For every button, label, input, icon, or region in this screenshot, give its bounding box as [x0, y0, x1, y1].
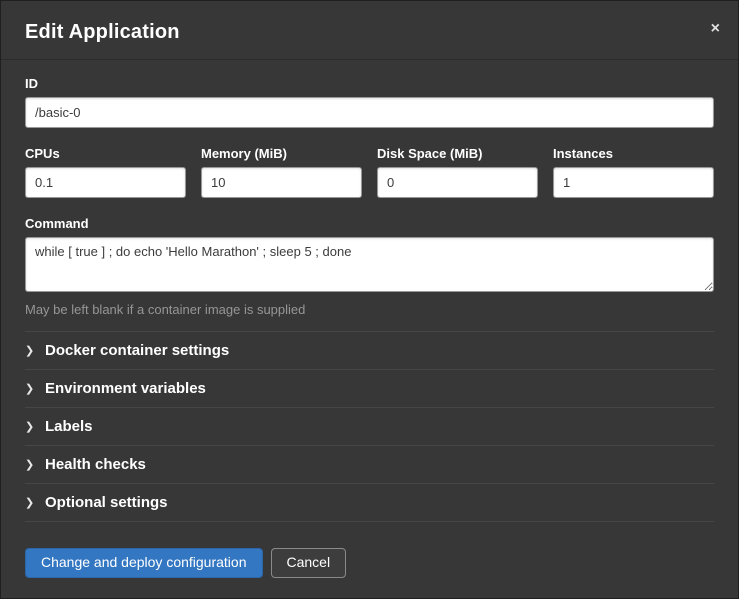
resources-row: CPUs Memory (MiB) Disk Space (MiB) Insta… [25, 146, 714, 198]
id-label: ID [25, 76, 714, 91]
command-help-text: May be left blank if a container image i… [25, 302, 714, 317]
cpus-input[interactable] [25, 167, 186, 198]
section-optional-settings[interactable]: ❯ Optional settings [25, 483, 714, 522]
modal-body: ID CPUs Memory (MiB) Disk Space (MiB) In… [1, 60, 738, 530]
section-label-environment-variables: Environment variables [45, 380, 206, 397]
section-docker-container-settings[interactable]: ❯ Docker container settings [25, 331, 714, 369]
section-label-docker-container-settings: Docker container settings [45, 342, 229, 359]
id-field-group: ID [25, 76, 714, 128]
memory-input[interactable] [201, 167, 362, 198]
command-field-group: Command while [ true ] ; do echo 'Hello … [25, 216, 714, 317]
section-label-labels: Labels [45, 418, 93, 435]
command-textarea[interactable]: while [ true ] ; do echo 'Hello Marathon… [25, 237, 714, 292]
disk-label: Disk Space (MiB) [377, 146, 538, 161]
disk-input[interactable] [377, 167, 538, 198]
cancel-button[interactable]: Cancel [271, 548, 347, 578]
memory-label: Memory (MiB) [201, 146, 362, 161]
command-label: Command [25, 216, 714, 231]
chevron-right-icon: ❯ [25, 344, 35, 357]
section-label-optional-settings: Optional settings [45, 494, 168, 511]
chevron-right-icon: ❯ [25, 420, 35, 433]
chevron-right-icon: ❯ [25, 458, 35, 471]
chevron-right-icon: ❯ [25, 382, 35, 395]
instances-input[interactable] [553, 167, 714, 198]
instances-field-group: Instances [553, 146, 714, 198]
cpus-field-group: CPUs [25, 146, 186, 198]
modal-title: Edit Application [25, 21, 714, 44]
disk-field-group: Disk Space (MiB) [377, 146, 538, 198]
close-icon[interactable]: × [707, 17, 724, 41]
modal-header: Edit Application × [1, 1, 738, 60]
id-input[interactable] [25, 97, 714, 128]
instances-label: Instances [553, 146, 714, 161]
section-environment-variables[interactable]: ❯ Environment variables [25, 369, 714, 407]
cpus-label: CPUs [25, 146, 186, 161]
memory-field-group: Memory (MiB) [201, 146, 362, 198]
edit-application-modal: Edit Application × ID CPUs Memory (MiB) … [0, 0, 739, 599]
section-label-health-checks: Health checks [45, 456, 146, 473]
change-and-deploy-button[interactable]: Change and deploy configuration [25, 548, 263, 578]
section-health-checks[interactable]: ❯ Health checks [25, 445, 714, 483]
modal-footer: Change and deploy configuration Cancel [1, 530, 738, 598]
chevron-right-icon: ❯ [25, 496, 35, 509]
section-labels[interactable]: ❯ Labels [25, 407, 714, 445]
